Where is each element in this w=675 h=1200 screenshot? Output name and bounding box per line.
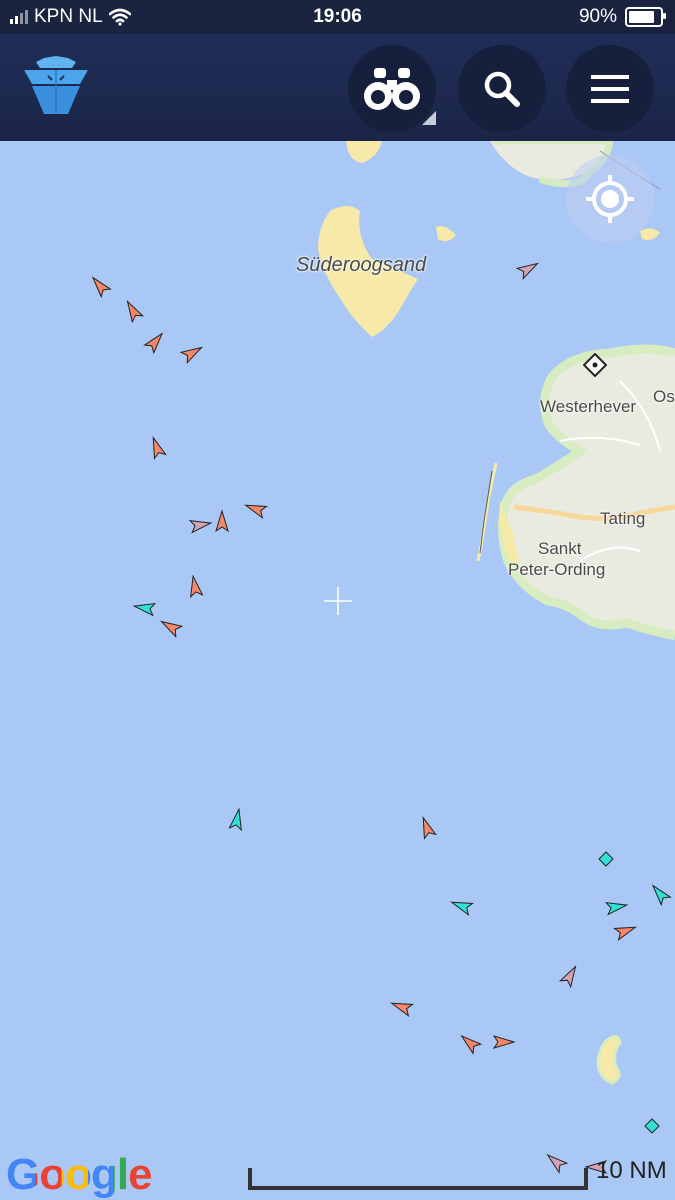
scale-label: 10 NM <box>596 1157 667 1184</box>
vessel-marker-icon[interactable] <box>158 616 184 639</box>
vessel-marker-icon[interactable] <box>188 517 213 534</box>
vessel-marker-icon[interactable] <box>648 882 672 907</box>
crosshair-target-icon <box>586 175 634 223</box>
vessel-marker-icon[interactable] <box>458 1031 483 1055</box>
map-view[interactable]: Süderoogsand Westerhever Os Tating Sankt… <box>0 141 675 1200</box>
vessel-marker-icon[interactable] <box>418 816 437 840</box>
vessel-marker-icon[interactable] <box>179 342 204 365</box>
vessel-marker-icon[interactable] <box>604 899 629 916</box>
vessel-marker-icon[interactable] <box>148 436 167 460</box>
vessel-marker-icon[interactable] <box>132 600 157 617</box>
ship-logo-icon[interactable] <box>22 54 90 116</box>
vessel-marker-icon[interactable] <box>390 998 414 1017</box>
vessel-marker-icon[interactable] <box>515 258 540 281</box>
hamburger-menu-icon <box>591 75 629 103</box>
search-icon <box>484 71 520 107</box>
vessel-marker-icon[interactable] <box>450 897 474 916</box>
anchored-vessel-marker-icon[interactable] <box>644 1118 660 1134</box>
locate-me-button[interactable] <box>566 155 654 243</box>
binoculars-icon <box>364 68 420 110</box>
battery-percent: 90% <box>578 6 617 27</box>
battery-icon <box>625 7 666 27</box>
app-bar <box>0 34 675 141</box>
vessel-marker-icon[interactable] <box>122 298 145 324</box>
google-attribution: Google <box>6 1150 153 1200</box>
vessel-marker-icon[interactable] <box>215 509 229 533</box>
vessel-marker-icon[interactable] <box>492 1035 516 1049</box>
vessel-marker-icon[interactable] <box>228 807 245 832</box>
status-right: 90% <box>578 6 666 28</box>
vessel-marker-icon[interactable] <box>143 330 167 355</box>
clock: 19:06 <box>313 6 362 27</box>
binoculars-button[interactable] <box>348 45 436 133</box>
vessel-marker-icon[interactable] <box>88 274 112 299</box>
status-bar: KPN NL 19:06 90% <box>0 0 675 34</box>
anchored-vessel-marker-icon[interactable] <box>598 851 614 867</box>
vessel-marker-icon[interactable] <box>187 574 204 599</box>
dropdown-corner-icon <box>422 111 436 125</box>
google-logo-text: Google <box>6 1150 153 1199</box>
vessel-marker-icon[interactable] <box>613 922 637 941</box>
vessels-layer <box>88 258 672 1174</box>
scale-bar <box>248 1168 588 1190</box>
vessel-marker-icon[interactable] <box>244 500 268 519</box>
menu-button[interactable] <box>566 45 654 133</box>
vessel-marker-icon[interactable] <box>558 963 580 989</box>
search-button[interactable] <box>458 45 546 133</box>
